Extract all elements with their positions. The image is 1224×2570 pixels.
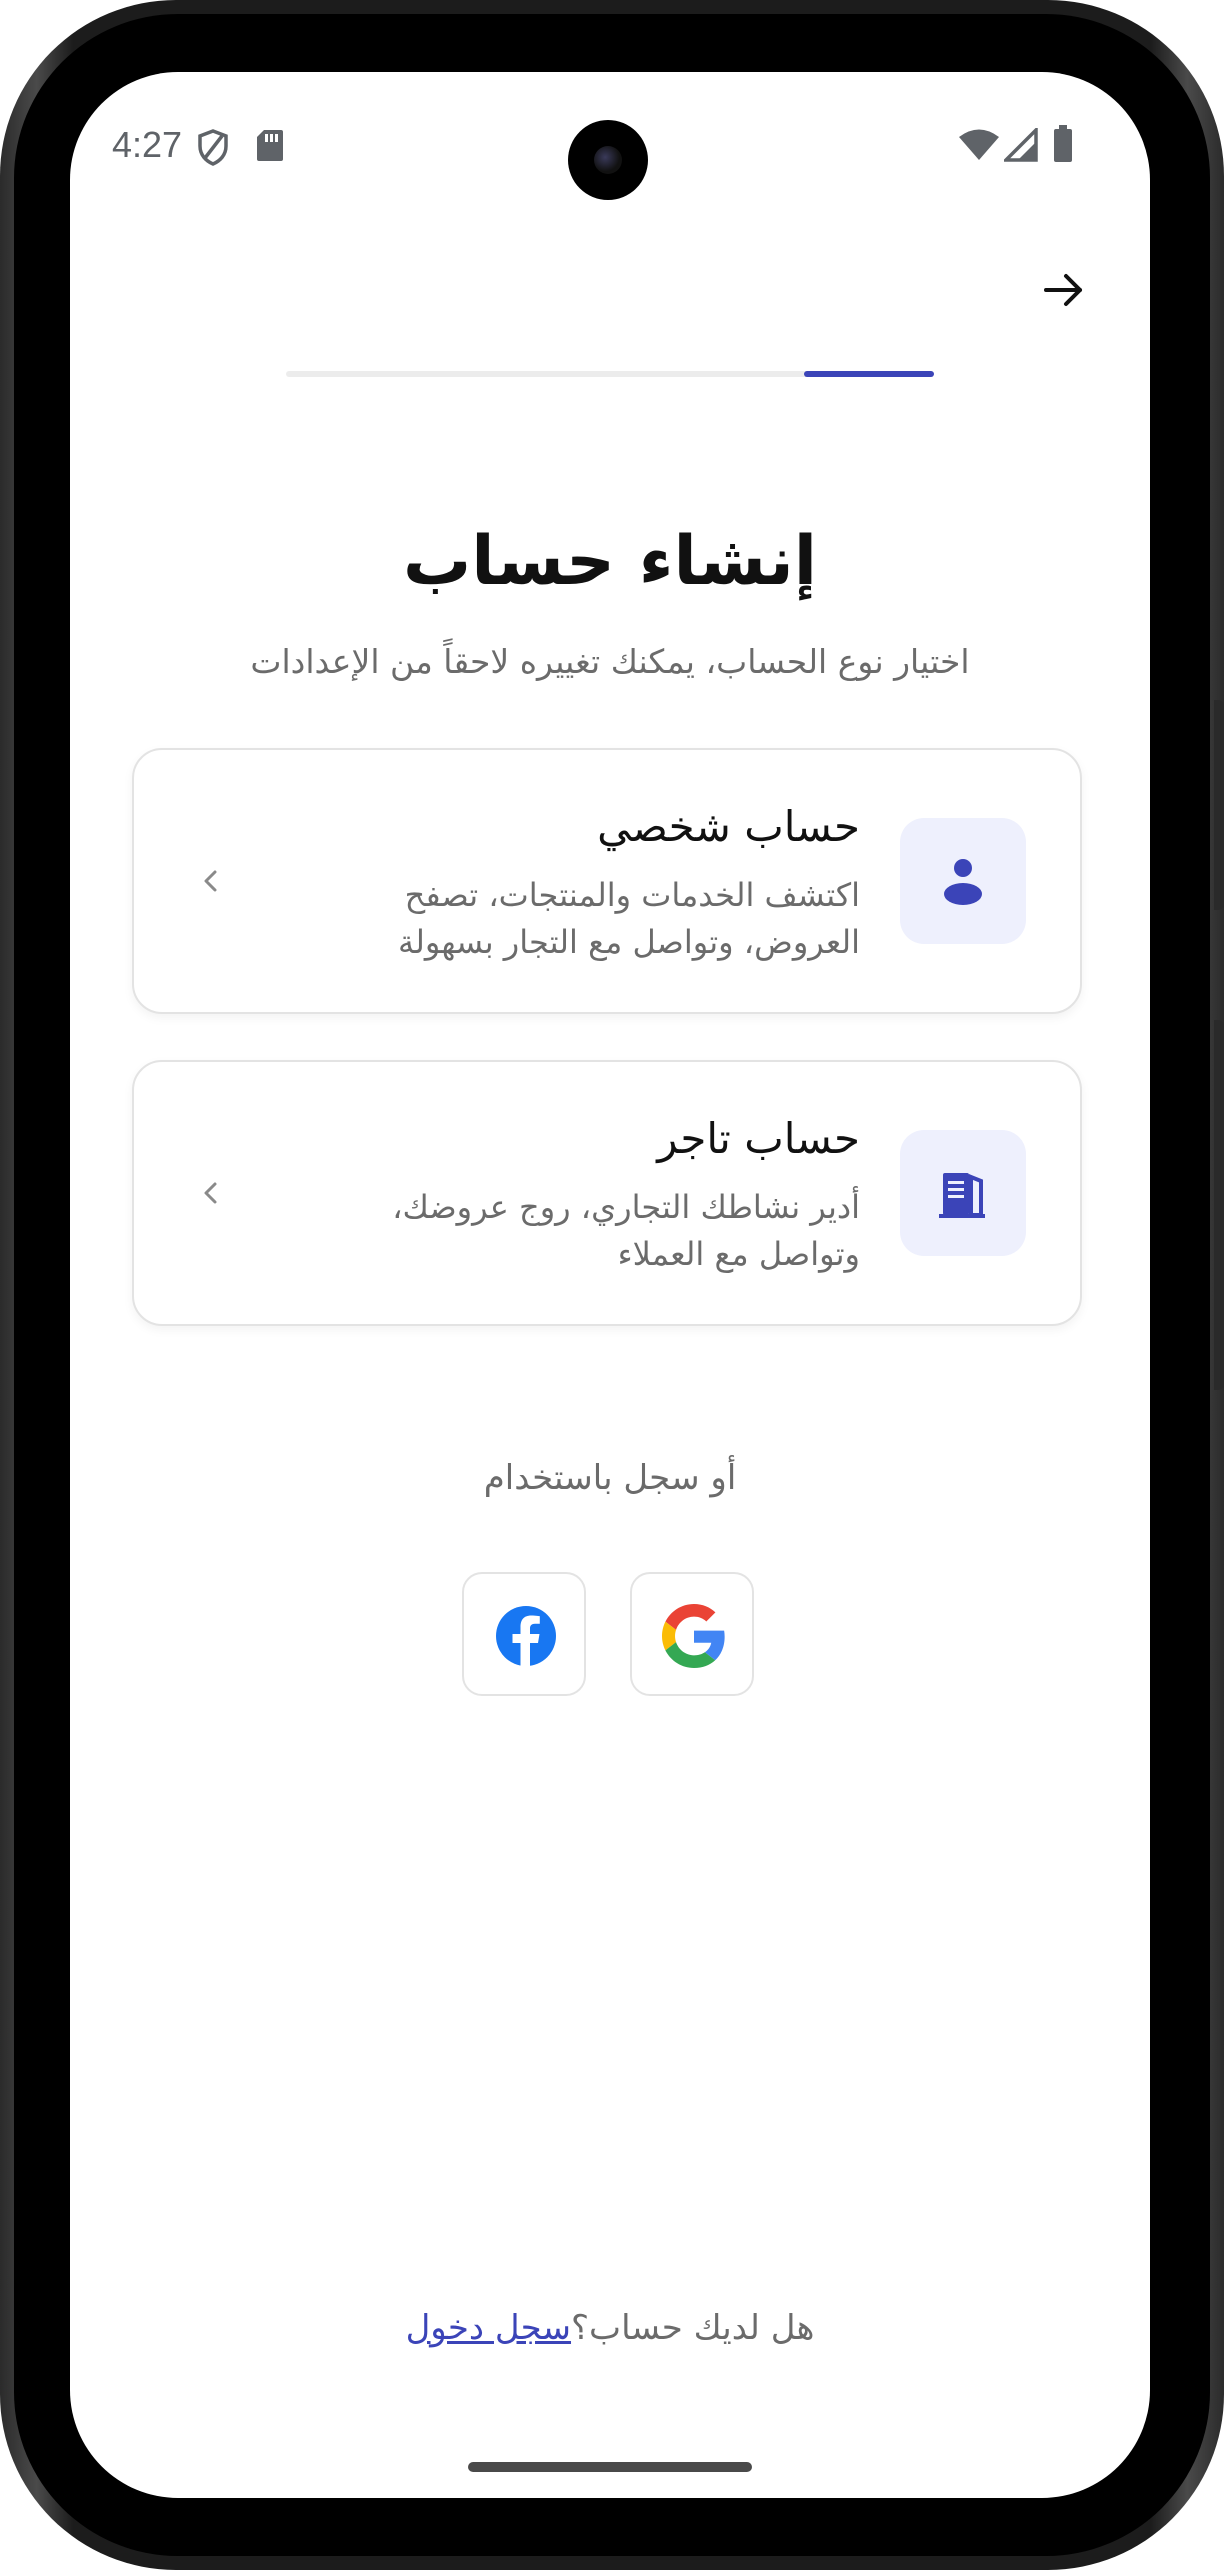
personal-account-title: حساب شخصي — [597, 802, 860, 851]
chevron-left-icon — [204, 1182, 217, 1204]
status-bar: 4:27 — [70, 72, 1150, 212]
signal-icon — [1004, 128, 1038, 162]
battery-icon — [1054, 125, 1072, 162]
login-prompt-text: هل لديك حساب؟ — [571, 2308, 815, 2348]
merchant-account-title: حساب تاجر — [657, 1114, 860, 1163]
personal-account-description: اكتشف الخدمات والمنتجات، تصفح العروض، وت… — [397, 876, 860, 961]
shield-icon — [198, 129, 228, 166]
camera-lens — [594, 146, 622, 174]
google-signup-button[interactable] — [630, 1572, 754, 1696]
sd-card-icon — [257, 130, 283, 161]
building-icon — [939, 1173, 985, 1218]
front-camera — [568, 120, 648, 200]
google-icon — [662, 1604, 725, 1668]
merchant-account-card[interactable]: حساب تاجر أدير نشاطك التجاري، روج عروضك،… — [132, 1060, 1082, 1326]
facebook-signup-button[interactable] — [462, 1572, 586, 1696]
back-button[interactable] — [1036, 262, 1092, 318]
page-title: إنشاء حساب — [402, 522, 818, 601]
person-icon — [944, 859, 982, 905]
volume-button — [1214, 1020, 1224, 1390]
login-prompt: هل لديك حساب؟سجل دخول — [70, 2308, 1150, 2348]
power-button — [1214, 700, 1224, 910]
progress-fill — [804, 371, 934, 377]
arrow-right-icon — [1044, 274, 1082, 306]
progress-bar — [286, 371, 934, 377]
status-time: 4:27 — [112, 124, 183, 165]
chevron-left-icon — [204, 870, 217, 892]
personal-account-card[interactable]: حساب شخصي اكتشف الخدمات والمنتجات، تصفح … — [132, 748, 1082, 1014]
social-signup-label: أو سجل باستخدام — [483, 1458, 737, 1498]
wifi-icon — [959, 129, 999, 160]
home-indicator[interactable] — [468, 2462, 752, 2472]
personal-icon-box — [900, 818, 1026, 944]
facebook-icon — [496, 1606, 556, 1666]
page-subtitle: اختيار نوع الحساب، يمكنك تغييره لاحقاً م… — [250, 642, 970, 681]
merchant-icon-box — [900, 1130, 1026, 1256]
merchant-account-description: أدير نشاطك التجاري، روج عروضك، وتواصل مع… — [392, 1188, 860, 1273]
login-link[interactable]: سجل دخول — [406, 2308, 571, 2348]
phone-frame: 4:27 إنشاء حساب اختيار نوع الحساب، يمكنك… — [0, 0, 1224, 2570]
screen: 4:27 إنشاء حساب اختيار نوع الحساب، يمكنك… — [70, 72, 1150, 2498]
